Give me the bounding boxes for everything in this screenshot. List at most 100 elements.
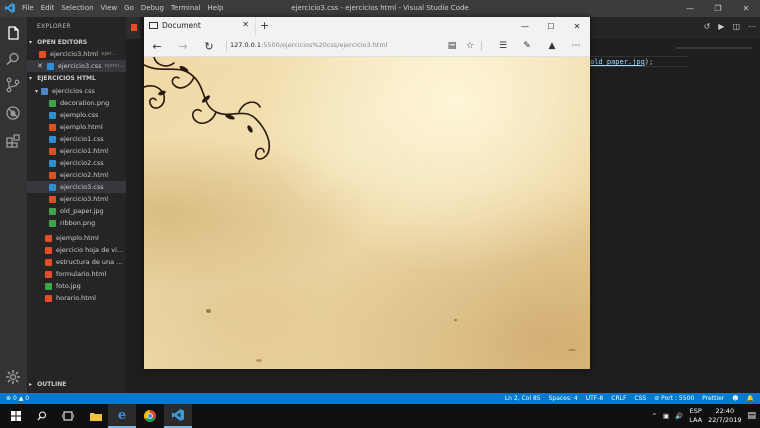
- settings-gear-icon[interactable]: [5, 369, 21, 385]
- page-content-old-paper: [144, 57, 590, 369]
- tray-chevron-up-icon[interactable]: ⌃: [652, 412, 657, 420]
- task-view-icon[interactable]: [54, 404, 82, 428]
- menu-terminal[interactable]: Terminal: [171, 4, 201, 12]
- menu-selection[interactable]: Selection: [61, 4, 93, 12]
- image-file-icon: [49, 207, 56, 215]
- new-tab-button[interactable]: +: [260, 19, 269, 32]
- file-item-selected[interactable]: ejercicio3.css: [27, 181, 126, 193]
- file-item[interactable]: ejercicio hoja de vi...: [27, 244, 126, 256]
- taskbar-search-icon[interactable]: [28, 404, 56, 428]
- code-url-link[interactable]: old_paper.jpg: [590, 58, 645, 66]
- minimap[interactable]: [676, 47, 752, 49]
- browser-minimize-button[interactable]: —: [512, 17, 538, 35]
- open-editor-item-active[interactable]: ✕ ejercicio3.css ejerci...: [27, 60, 126, 72]
- action-center-icon[interactable]: ▤: [747, 411, 756, 421]
- code-line[interactable]: old_paper.jpg);: [590, 58, 653, 66]
- html-file-icon: [131, 24, 137, 31]
- encoding[interactable]: UTF-8: [586, 395, 604, 402]
- cursor-position[interactable]: Ln 2, Col 85: [505, 395, 541, 402]
- file-item[interactable]: decoration.png: [27, 97, 126, 109]
- status-items: Ln 2, Col 85 Spaces: 4 UTF-8 CRLF CSS ⊘ …: [505, 395, 754, 402]
- run-icon[interactable]: ▶: [718, 22, 724, 31]
- language-indicator[interactable]: ESP LAA: [689, 407, 702, 425]
- browser-maximize-button[interactable]: ☐: [538, 17, 564, 35]
- network-icon[interactable]: ▣: [663, 412, 669, 420]
- editor-tab-html[interactable]: [126, 17, 140, 39]
- hub-icon[interactable]: ☰: [495, 38, 511, 54]
- explorer-icon[interactable]: [5, 25, 21, 41]
- more-menu-icon[interactable]: ⋯: [568, 38, 584, 54]
- outline-header[interactable]: ▸ OUTLINE: [29, 381, 66, 388]
- reading-view-icon[interactable]: ▤: [444, 38, 460, 54]
- editor-actions: ↺ ▶ ◫ ⋯: [704, 22, 756, 31]
- file-item[interactable]: ejercicio2.html: [27, 169, 126, 181]
- share-icon[interactable]: ▲: [544, 38, 560, 54]
- html-file-icon: [45, 246, 52, 254]
- code-suffix: );: [644, 58, 654, 66]
- paper-stain: [256, 359, 262, 362]
- open-editor-item[interactable]: ejercicio3.html ejer...: [27, 48, 126, 60]
- notifications-bell-icon[interactable]: 🔔: [747, 395, 754, 402]
- folder-item[interactable]: ▾ ejercicios css: [27, 85, 126, 97]
- html-file-icon: [45, 270, 52, 278]
- menu-debug[interactable]: Debug: [141, 4, 164, 12]
- address-bar[interactable]: 127.0.0.1:5500/ejercicios%20css/ejercici…: [230, 41, 444, 49]
- file-item[interactable]: ejercicio1.css: [27, 133, 126, 145]
- file-item[interactable]: ejemplo.html: [27, 232, 126, 244]
- extensions-icon[interactable]: [5, 133, 21, 149]
- feedback-icon[interactable]: ☻: [732, 395, 738, 402]
- maximize-button[interactable]: ❐: [704, 0, 732, 17]
- file-item[interactable]: ejemplo.html: [27, 121, 126, 133]
- chrome-icon[interactable]: [136, 404, 164, 428]
- formatter[interactable]: Prettier: [702, 395, 724, 402]
- browser-close-button[interactable]: ✕: [564, 17, 590, 35]
- source-control-icon[interactable]: [5, 77, 21, 93]
- open-editors-header[interactable]: ▾ OPEN EDITORS: [29, 39, 87, 46]
- file-item[interactable]: old_paper.jpg: [27, 205, 126, 217]
- forward-arrow-icon[interactable]: →: [175, 38, 191, 54]
- close-button[interactable]: ✕: [732, 0, 760, 17]
- volume-icon[interactable]: 🔊: [675, 412, 683, 420]
- live-server-port[interactable]: ⊘ Port : 5500: [654, 395, 694, 402]
- search-icon[interactable]: [5, 51, 21, 67]
- file-item[interactable]: estructura de una ...: [27, 256, 126, 268]
- web-note-icon[interactable]: ✎: [519, 38, 535, 54]
- favorite-star-icon[interactable]: ☆: [462, 38, 478, 54]
- close-editor-icon[interactable]: ✕: [37, 62, 43, 70]
- language-mode[interactable]: CSS: [634, 395, 646, 402]
- refresh-icon[interactable]: ↻: [201, 38, 217, 54]
- debug-icon[interactable]: [5, 105, 21, 121]
- file-item[interactable]: formulario.html: [27, 268, 126, 280]
- problems-indicator[interactable]: ⊗ 0 ▲ 0: [6, 395, 29, 402]
- split-editor-icon[interactable]: ◫: [732, 22, 740, 31]
- file-item[interactable]: ejercicio1.html: [27, 145, 126, 157]
- menu-edit[interactable]: Edit: [41, 4, 55, 12]
- file-item[interactable]: ribbon.png: [27, 217, 126, 229]
- image-file-icon: [45, 282, 52, 290]
- close-tab-icon[interactable]: ✕: [242, 20, 249, 29]
- menu-go[interactable]: Go: [124, 4, 134, 12]
- menu-view[interactable]: View: [101, 4, 118, 12]
- workspace-header[interactable]: ▾ EJERCICIOS HTML: [29, 75, 96, 82]
- start-windows-icon[interactable]: [2, 404, 30, 428]
- open-changes-icon[interactable]: ↺: [704, 22, 711, 31]
- file-item[interactable]: ejercicio3.html: [27, 193, 126, 205]
- chevron-right-icon: ▸: [29, 381, 33, 388]
- vscode-taskbar-icon[interactable]: [164, 404, 192, 428]
- minimize-button[interactable]: —: [676, 0, 704, 17]
- browser-tab[interactable]: Document ✕: [144, 17, 256, 35]
- clock[interactable]: 22:40 22/7/2019: [708, 407, 741, 425]
- browser-titlebar: Document ✕ + — ☐ ✕: [144, 17, 590, 35]
- file-explorer-icon[interactable]: [82, 404, 110, 428]
- file-item[interactable]: ejercicio2.css: [27, 157, 126, 169]
- indentation[interactable]: Spaces: 4: [549, 395, 578, 402]
- edge-browser-icon[interactable]: e: [108, 404, 136, 428]
- end-of-line[interactable]: CRLF: [611, 395, 626, 402]
- menu-help[interactable]: Help: [208, 4, 224, 12]
- file-item[interactable]: foto.jpg: [27, 280, 126, 292]
- back-arrow-icon[interactable]: ←: [149, 38, 165, 54]
- menu-file[interactable]: File: [22, 4, 34, 12]
- file-item[interactable]: ejemplo.css: [27, 109, 126, 121]
- more-actions-icon[interactable]: ⋯: [748, 22, 756, 31]
- file-item[interactable]: horario.html: [27, 292, 126, 304]
